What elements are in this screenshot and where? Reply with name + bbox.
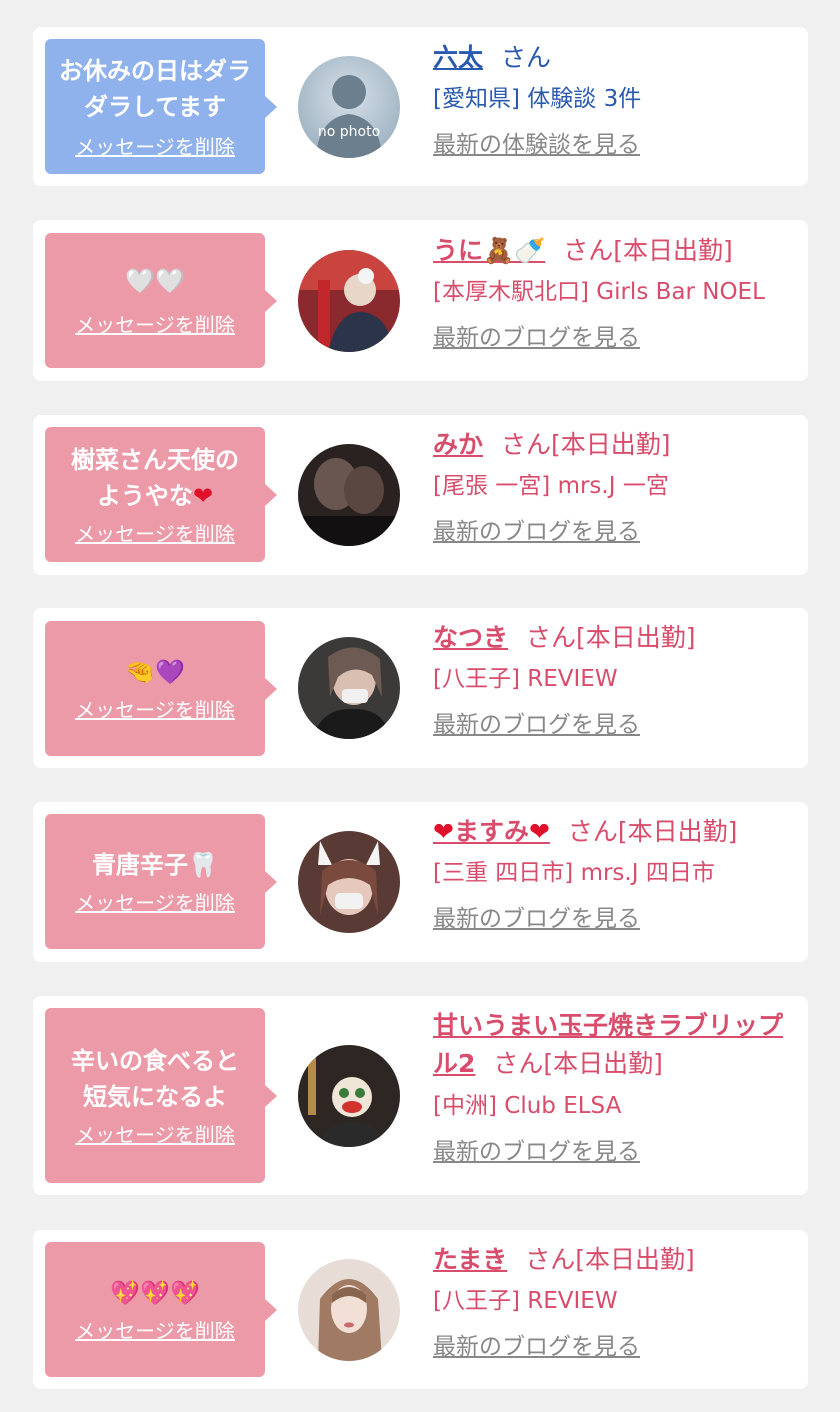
user-suffix: さん[本日出勤] (493, 1049, 663, 1078)
tooth-icon: 🦷 (188, 851, 218, 879)
shop-info: [八王子] REVIEW (433, 1288, 618, 1314)
latest-blog-link[interactable]: 最新のブログを見る (433, 323, 798, 353)
card-info: ❤ますみ❤ さん[本日出勤] [三重 四日市] mrs.J 四日市 最新のブログを… (433, 814, 798, 934)
heart-icon: ❤ (192, 482, 214, 510)
avatar[interactable] (298, 1259, 400, 1361)
bubble-message-text: 青唐辛子🦷 (92, 851, 218, 879)
avatar[interactable] (298, 831, 400, 933)
card-info: なつき さん[本日出勤] [八王子] REVIEW 最新のブログを見る (433, 620, 798, 740)
delete-message-link[interactable]: メッセージを削除 (75, 1119, 235, 1148)
message-bubble: 💖💖💖 メッセージを削除 (45, 1242, 277, 1377)
shop-info: [本厚木駅北口] Girls Bar NOEL (433, 279, 765, 305)
card-info: たまき さん[本日出勤] [八王子] REVIEW 最新のブログを見る (433, 1242, 798, 1362)
user-suffix: さん[本日出勤] (526, 623, 696, 652)
user-suffix: さん (501, 43, 552, 72)
shop-info: [三重 四日市] mrs.J 四日市 (433, 860, 715, 886)
latest-blog-link[interactable]: 最新のブログを見る (433, 517, 798, 547)
message-bubble: 🤍🤍 メッセージを削除 (45, 233, 277, 368)
message-card: 🤏💜 メッセージを削除 なつき さん[本日出勤] [八王子] REVIEW 最新の… (33, 608, 808, 768)
user-suffix: さん[本日出勤] (501, 430, 671, 459)
shop-info: [中洲] Club ELSA (433, 1093, 622, 1119)
latest-blog-link[interactable]: 最新のブログを見る (433, 904, 798, 934)
user-name-link[interactable]: たまき (433, 1245, 507, 1274)
message-card: 🤍🤍 メッセージを削除 うに🧸🍼 さん[本日出勤] [本厚木駅北口] Girls … (33, 220, 808, 381)
bubble-message-text: お休みの日はダラダラしてます (59, 57, 251, 121)
delete-message-link[interactable]: メッセージを削除 (75, 694, 235, 723)
message-card: 樹菜さん天使のようやな❤ メッセージを削除 みか さん[本日出勤] [尾張 一宮]… (33, 415, 808, 575)
user-suffix: さん[本日出勤] (563, 236, 733, 265)
card-info: 甘いうまい玉子焼きラブリップル2 さん[本日出勤] [中洲] Club ELSA … (433, 1007, 798, 1167)
message-list: お休みの日はダラダラしてます メッセージを削除 no photo 六太 さん [… (0, 0, 840, 1412)
message-card: お休みの日はダラダラしてます メッセージを削除 no photo 六太 さん [… (33, 27, 808, 186)
delete-message-link[interactable]: メッセージを削除 (75, 131, 235, 160)
message-bubble: 青唐辛子🦷 メッセージを削除 (45, 814, 277, 949)
avatar[interactable] (298, 637, 400, 739)
purple-heart-icon: 💜 (155, 658, 185, 686)
delete-message-link[interactable]: メッセージを削除 (75, 1315, 235, 1344)
latest-blog-link[interactable]: 最新のブログを見る (433, 710, 798, 740)
user-name-link[interactable]: みか (433, 430, 483, 459)
latest-blog-link[interactable]: 最新のブログを見る (433, 1137, 798, 1167)
message-card: 辛いの食べると短気になるよ メッセージを削除 甘いうまい玉子焼きラブリップル2 さ… (33, 996, 808, 1195)
latest-review-link[interactable]: 最新の体験談を見る (433, 130, 798, 160)
avatar[interactable] (298, 444, 400, 546)
user-name-link[interactable]: ❤ますみ❤ (433, 817, 550, 846)
user-suffix: さん[本日出勤] (525, 1245, 695, 1274)
user-suffix: さん[本日出勤] (567, 817, 738, 846)
message-bubble: 辛いの食べると短気になるよ メッセージを削除 (45, 1008, 277, 1183)
bubble-message-text: 🤏💜 (115, 654, 195, 690)
message-card: 青唐辛子🦷 メッセージを削除 ❤ますみ❤ さん[本日出勤] [三重 四日市] mr… (33, 802, 808, 962)
avatar[interactable]: no photo (298, 56, 400, 158)
user-name-link[interactable]: 六太 (433, 43, 483, 72)
shop-info: [尾張 一宮] mrs.J 一宮 (433, 473, 669, 499)
card-info: 六太 さん [愛知県] 体験談 3件 最新の体験談を見る (433, 40, 798, 160)
latest-blog-link[interactable]: 最新のブログを見る (433, 1332, 798, 1362)
message-bubble: 🤏💜 メッセージを削除 (45, 621, 277, 756)
shop-info: [愛知県] 体験談 3件 (433, 86, 642, 112)
bubble-message-text: 💖💖💖 (110, 1279, 200, 1307)
heart-icon: ❤ (433, 817, 454, 846)
avatar[interactable] (298, 250, 400, 352)
card-info: うに🧸🍼 さん[本日出勤] [本厚木駅北口] Girls Bar NOEL 最新の… (433, 233, 798, 353)
message-card: 💖💖💖 メッセージを削除 たまき さん[本日出勤] [八王子] REVIEW 最新… (33, 1230, 808, 1389)
bubble-message-text: 樹菜さん天使のようやな❤ (71, 446, 239, 510)
delete-message-link[interactable]: メッセージを削除 (75, 887, 235, 916)
svg-text:no photo: no photo (318, 124, 380, 140)
pinching-hand-icon: 🤏 (125, 658, 155, 686)
heart-icon: ❤ (528, 817, 550, 846)
avatar[interactable] (298, 1045, 400, 1147)
bubble-message-text: 辛いの食べると短気になるよ (71, 1047, 239, 1111)
shop-info: [八王子] REVIEW (433, 666, 618, 692)
delete-message-link[interactable]: メッセージを削除 (75, 309, 235, 338)
bubble-message-text: 🤍🤍 (125, 267, 185, 295)
user-name-link[interactable]: なつき (433, 623, 508, 652)
card-info: みか さん[本日出勤] [尾張 一宮] mrs.J 一宮 最新のブログを見る (433, 427, 798, 547)
message-bubble: 樹菜さん天使のようやな❤ メッセージを削除 (45, 427, 277, 562)
user-name-link[interactable]: うに🧸🍼 (433, 236, 545, 265)
message-bubble: お休みの日はダラダラしてます メッセージを削除 (45, 39, 277, 174)
delete-message-link[interactable]: メッセージを削除 (75, 518, 235, 547)
